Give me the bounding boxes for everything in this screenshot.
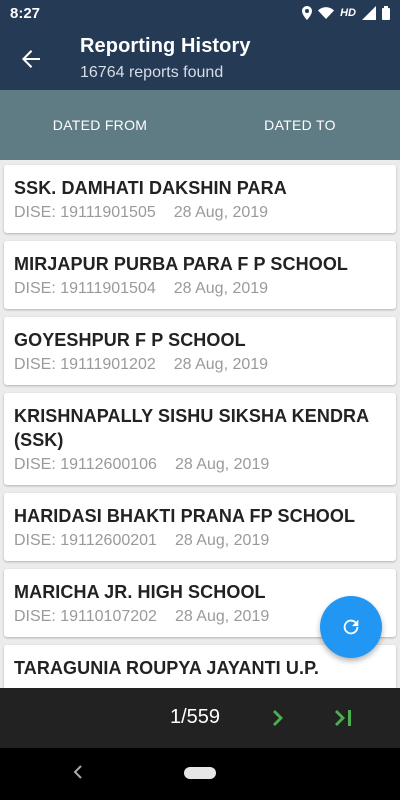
report-meta: DISE: 19112600106 28 Aug, 2019 bbox=[14, 456, 386, 474]
status-time: 8:27 bbox=[10, 4, 41, 22]
report-meta: DISE: 19111901504 28 Aug, 2019 bbox=[14, 280, 386, 298]
report-card[interactable]: MIRJAPUR PURBA PARA F P SCHOOL DISE: 191… bbox=[4, 241, 396, 309]
pagination-bar: 1/559 bbox=[0, 688, 400, 748]
dise-code: DISE: 19111901504 bbox=[14, 280, 156, 297]
status-icons: HD bbox=[302, 6, 390, 20]
dated-from-button[interactable]: DATED FROM bbox=[0, 90, 200, 160]
school-name: SSK. DAMHATI DAKSHIN PARA bbox=[14, 178, 287, 198]
app-bar: Reporting History 16764 reports found bbox=[0, 26, 400, 90]
report-meta: DISE: 19111901505 28 Aug, 2019 bbox=[14, 204, 386, 222]
report-date: 28 Aug, 2019 bbox=[174, 532, 270, 549]
report-card[interactable]: KRISHNAPALLY SISHU SIKSHA KENDRA (SSK) D… bbox=[4, 393, 396, 485]
school-name: GOYESHPUR F P SCHOOL bbox=[14, 330, 246, 350]
system-nav-bar bbox=[0, 748, 400, 800]
page-indicator: 1/559 bbox=[170, 706, 221, 728]
report-card[interactable]: SSK. DAMHATI DAKSHIN PARA DISE: 19111901… bbox=[4, 165, 396, 233]
battery-icon bbox=[382, 6, 390, 20]
school-name: KRISHNAPALLY SISHU SIKSHA KENDRA (SSK) bbox=[14, 406, 369, 450]
page-title: Reporting History bbox=[80, 35, 251, 57]
report-card[interactable]: HARIDASI BHAKTI PRANA FP SCHOOL DISE: 19… bbox=[4, 493, 396, 561]
report-count: 16764 reports found bbox=[80, 64, 224, 81]
signal-icon bbox=[362, 6, 376, 20]
chevron-right-icon bbox=[273, 710, 283, 726]
report-date: 28 Aug, 2019 bbox=[173, 204, 269, 221]
date-filter-bar: DATED FROM DATED TO bbox=[0, 90, 400, 160]
arrow-left-icon bbox=[22, 50, 40, 68]
chevron-left-icon bbox=[73, 765, 82, 779]
network-type: HD bbox=[340, 7, 356, 19]
report-meta: DISE: 19111901202 28 Aug, 2019 bbox=[14, 356, 386, 374]
report-meta: DISE: 19112600201 28 Aug, 2019 bbox=[14, 532, 386, 550]
report-date: 28 Aug, 2019 bbox=[173, 280, 269, 297]
school-name: TARAGUNIA ROUPYA JAYANTI U.P. bbox=[14, 658, 319, 678]
dated-to-button[interactable]: DATED TO bbox=[200, 90, 400, 160]
report-date: 28 Aug, 2019 bbox=[174, 456, 270, 473]
system-home-button[interactable] bbox=[184, 767, 216, 779]
report-date: 28 Aug, 2019 bbox=[173, 356, 269, 373]
dise-code: DISE: 19111901505 bbox=[14, 204, 156, 221]
status-bar: 8:27 HD bbox=[0, 0, 400, 26]
dise-code: DISE: 19111901202 bbox=[14, 356, 156, 373]
refresh-icon bbox=[343, 619, 359, 635]
wifi-icon bbox=[318, 7, 335, 19]
report-date: 28 Aug, 2019 bbox=[174, 608, 270, 625]
school-name: MIRJAPUR PURBA PARA F P SCHOOL bbox=[14, 254, 349, 274]
dise-code: DISE: 19112600106 bbox=[14, 456, 157, 473]
system-back-button[interactable] bbox=[68, 762, 88, 782]
dise-code: DISE: 19112600201 bbox=[14, 532, 157, 549]
report-card[interactable]: GOYESHPUR F P SCHOOL DISE: 19111901202 2… bbox=[4, 317, 396, 385]
school-name: HARIDASI BHAKTI PRANA FP SCHOOL bbox=[14, 506, 356, 526]
school-name: MARICHA JR. HIGH SCHOOL bbox=[14, 582, 266, 602]
last-page-icon bbox=[335, 710, 351, 726]
last-page-button[interactable] bbox=[332, 705, 358, 731]
back-button[interactable] bbox=[14, 42, 48, 76]
dise-code: DISE: 19110107202 bbox=[14, 608, 157, 625]
next-page-button[interactable] bbox=[266, 705, 292, 731]
refresh-button[interactable] bbox=[320, 596, 382, 658]
location-icon bbox=[302, 6, 313, 20]
